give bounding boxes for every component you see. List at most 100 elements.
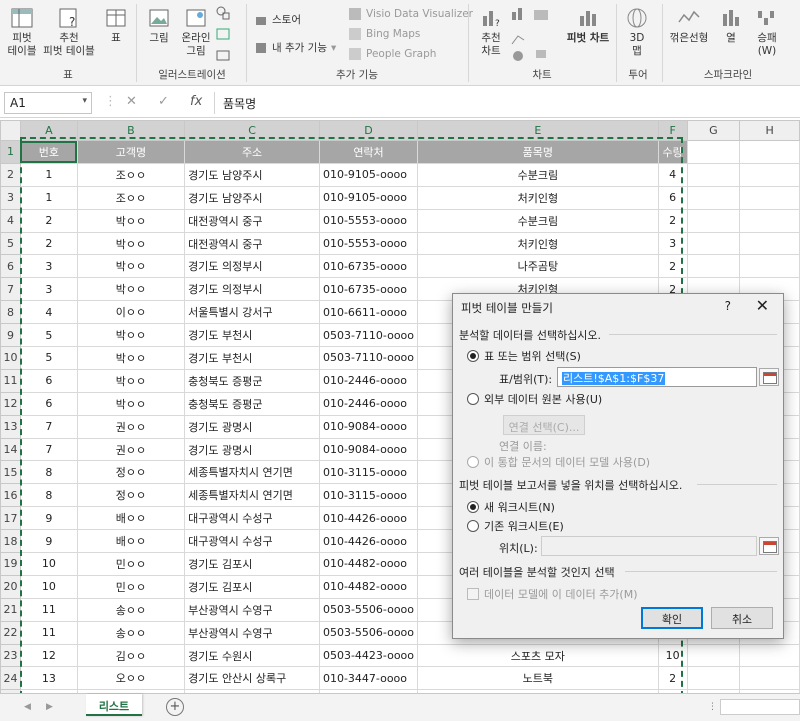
column-header-b[interactable]: B — [76, 120, 186, 141]
cell[interactable]: 경기도 의정부시 — [184, 254, 320, 279]
cell[interactable]: 6 — [19, 368, 78, 393]
cell[interactable] — [686, 666, 741, 691]
cell[interactable] — [739, 185, 800, 210]
cell[interactable]: 권ㅇㅇ — [76, 437, 186, 462]
cell[interactable]: 1 — [19, 185, 78, 210]
cell[interactable]: 경기도 의정부시 — [184, 277, 320, 302]
radio-new-worksheet[interactable]: 새 워크시트(N) — [467, 499, 555, 515]
row-header[interactable]: 14 — [0, 437, 21, 462]
cell[interactable]: 12 — [19, 643, 78, 668]
column-header-d[interactable]: D — [318, 120, 419, 141]
location-input[interactable] — [541, 536, 757, 556]
cell[interactable]: 대전광역시 중구 — [184, 208, 320, 233]
cell[interactable]: 박ㅇㅇ — [76, 208, 186, 233]
cell[interactable]: 서울특별시 강서구 — [184, 300, 320, 325]
cell[interactable]: 9 — [19, 529, 78, 554]
radio-external-source[interactable]: 외부 데이터 원본 사용(U) — [467, 391, 602, 407]
cell[interactable]: 경기도 남양주시 — [184, 185, 320, 210]
header-cell[interactable]: 주소 — [184, 140, 320, 164]
cell[interactable]: 4 — [657, 162, 688, 187]
cell[interactable] — [739, 666, 800, 691]
chevron-down-icon[interactable]: ▾ — [82, 96, 87, 106]
cell[interactable]: 10 — [19, 574, 78, 599]
cell[interactable]: 8 — [19, 483, 78, 508]
range-input[interactable]: 리스트!$A$1:$F$37 — [557, 367, 757, 387]
cell[interactable]: 박ㅇㅇ — [76, 346, 186, 370]
column-header-g[interactable]: G — [686, 120, 741, 141]
cell[interactable]: 13 — [19, 666, 78, 691]
screenshot-button[interactable] — [216, 48, 230, 62]
add-sheet-button[interactable]: + — [166, 698, 184, 716]
cell[interactable]: 010-9084-oooo — [318, 437, 419, 462]
cell[interactable] — [686, 208, 741, 233]
cell[interactable]: 010-4482-oooo — [318, 552, 419, 576]
row-header[interactable]: 16 — [0, 483, 21, 508]
cell[interactable]: 8 — [19, 460, 78, 485]
cell[interactable]: 010-2446-oooo — [318, 368, 419, 393]
header-cell[interactable]: 번호 — [19, 140, 78, 164]
cell[interactable]: 010-4482-oooo — [318, 574, 419, 599]
cell[interactable]: 010-6735-oooo — [318, 254, 419, 279]
cell[interactable] — [686, 643, 741, 668]
row-header[interactable]: 15 — [0, 460, 21, 485]
cell[interactable]: 처키인형 — [417, 231, 659, 256]
cell[interactable]: 정ㅇㅇ — [76, 483, 186, 508]
store-button[interactable]: 스토어 — [254, 12, 301, 27]
cell[interactable]: 4 — [19, 300, 78, 325]
sparkline-column-button[interactable]: 열 — [716, 6, 746, 45]
cell[interactable] — [686, 140, 741, 164]
sheet-tab-list[interactable]: 리스트 — [86, 694, 142, 716]
cell[interactable]: 박ㅇㅇ — [76, 277, 186, 302]
select-all-corner[interactable] — [0, 120, 21, 141]
cell[interactable]: 정ㅇㅇ — [76, 460, 186, 485]
cell[interactable]: 010-5553-oooo — [318, 231, 419, 256]
people-graph-button[interactable]: People Graph — [348, 47, 436, 61]
cell[interactable]: 11 — [19, 620, 78, 645]
cell[interactable] — [739, 162, 800, 187]
my-addins-button[interactable]: 내 추가 기능 ▾ — [254, 40, 336, 55]
cancel-icon[interactable]: ✕ — [126, 94, 137, 109]
cell[interactable]: 경기도 남양주시 — [184, 162, 320, 187]
cell[interactable]: 0503-5506-oooo — [318, 597, 419, 622]
cell[interactable]: 경기도 부천시 — [184, 323, 320, 348]
online-picture-button[interactable]: 온라인 그림 — [176, 6, 216, 58]
bing-maps-button[interactable]: Bing Maps — [348, 27, 420, 41]
chart-types-gallery[interactable] — [510, 6, 556, 64]
cell[interactable]: 010-9105-oooo — [318, 162, 419, 187]
cell[interactable]: 7 — [19, 414, 78, 439]
cell[interactable]: 경기도 김포시 — [184, 552, 320, 576]
row-header[interactable]: 11 — [0, 368, 21, 393]
cell[interactable] — [739, 231, 800, 256]
cell[interactable] — [686, 162, 741, 187]
row-header[interactable]: 8 — [0, 300, 21, 325]
help-icon[interactable]: ? — [725, 299, 731, 313]
cell[interactable] — [686, 254, 741, 279]
cell[interactable]: 박ㅇㅇ — [76, 231, 186, 256]
cell[interactable]: 6 — [19, 391, 78, 416]
cell[interactable] — [686, 185, 741, 210]
close-icon[interactable]: ✕ — [756, 296, 769, 315]
row-header[interactable]: 17 — [0, 506, 21, 531]
cell[interactable]: 010-6611-oooo — [318, 300, 419, 325]
cell[interactable]: 처키인형 — [417, 185, 659, 210]
cell[interactable]: 3 — [19, 277, 78, 302]
cell[interactable]: 나주곰탕 — [417, 254, 659, 279]
cell[interactable]: 조ㅇㅇ — [76, 185, 186, 210]
cancel-button[interactable]: 취소 — [711, 607, 773, 629]
cell[interactable]: 박ㅇㅇ — [76, 254, 186, 279]
range-picker-button[interactable] — [759, 368, 779, 386]
cell[interactable]: 010-6735-oooo — [318, 277, 419, 302]
radio-existing-worksheet[interactable]: 기존 워크시트(E) — [467, 518, 564, 534]
column-header-a[interactable]: A — [19, 120, 78, 141]
visio-button[interactable]: Visio Data Visualizer — [348, 7, 473, 21]
row-header[interactable]: 20 — [0, 574, 21, 599]
cell[interactable]: 11 — [19, 597, 78, 622]
cell[interactable]: 010-9084-oooo — [318, 414, 419, 439]
cell[interactable] — [739, 643, 800, 668]
cell[interactable]: 0503-7110-oooo — [318, 323, 419, 348]
row-header[interactable]: 3 — [0, 185, 21, 210]
name-box[interactable]: A1 ▾ — [4, 92, 92, 114]
recommended-pivot-button[interactable]: ? 추천 피벗 테이블 — [40, 6, 98, 58]
row-header[interactable]: 12 — [0, 391, 21, 416]
cell[interactable]: 대구광역시 수성구 — [184, 506, 320, 531]
